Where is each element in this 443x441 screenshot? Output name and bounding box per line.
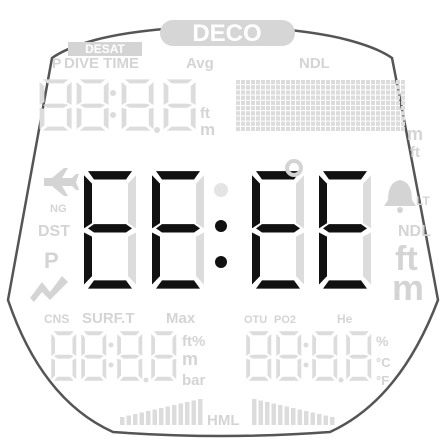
- tissue-bar-left: [120, 399, 203, 425]
- airplane-icon: [44, 168, 79, 196]
- p-label: P: [52, 55, 61, 71]
- lower-right-ghost-digits: [246, 331, 372, 383]
- bell-icon: [384, 180, 416, 213]
- upper-m-unit: m: [200, 120, 215, 139]
- pct-unit: %: [376, 333, 389, 349]
- p-left-label: P: [44, 248, 59, 273]
- deg-c-unit: °C: [376, 355, 391, 370]
- avg-label: Avg: [186, 55, 214, 72]
- profile-dot-matrix: [236, 80, 405, 131]
- right-m-unit: m: [407, 124, 423, 144]
- main-digit-3: [252, 171, 300, 289]
- dive-time-label: DIVE TIME: [64, 55, 139, 72]
- lower-left-ghost-digits: [51, 331, 177, 383]
- dive-computer-lcd: DECO DESAT P DIVE TIME Avg NDL ft m m ft…: [6, 20, 440, 438]
- otu-label: OTU: [244, 314, 267, 326]
- dive-time-ghost-digits: [39, 79, 196, 133]
- tissue-bar-right: [252, 399, 335, 425]
- he-label: He: [337, 312, 353, 326]
- desat-badge: DESAT: [85, 42, 125, 56]
- main-digit-2: [152, 171, 200, 289]
- ng-label: NG: [50, 203, 67, 215]
- cns-label: CNS: [44, 312, 69, 326]
- ndl-right-label: NDL: [398, 223, 431, 240]
- main-digit-1: [84, 171, 132, 289]
- big-m-unit: m: [392, 267, 424, 308]
- max-label: Max: [166, 310, 196, 327]
- lower-m-unit: m: [182, 349, 198, 369]
- lower-ft-pct-unit: ft%: [182, 333, 205, 350]
- main-colon-lower: [215, 256, 227, 268]
- deg-f-unit: °F: [376, 373, 389, 388]
- dst-label: DST: [38, 223, 70, 240]
- main-colon-upper: [215, 220, 227, 232]
- lower-bar-unit: bar: [182, 372, 206, 389]
- lt-label: LT: [416, 194, 430, 208]
- graph-trend-icon: [30, 276, 68, 302]
- right-ft-unit: ft: [410, 144, 420, 161]
- surf-t-label: SURF.T: [82, 310, 135, 327]
- ndl-top-label: NDL: [299, 55, 330, 72]
- deco-badge: DECO: [192, 20, 261, 47]
- main-digit-4: [319, 171, 367, 289]
- po2-label: PO2: [274, 314, 296, 326]
- hml-label: HML: [207, 412, 240, 429]
